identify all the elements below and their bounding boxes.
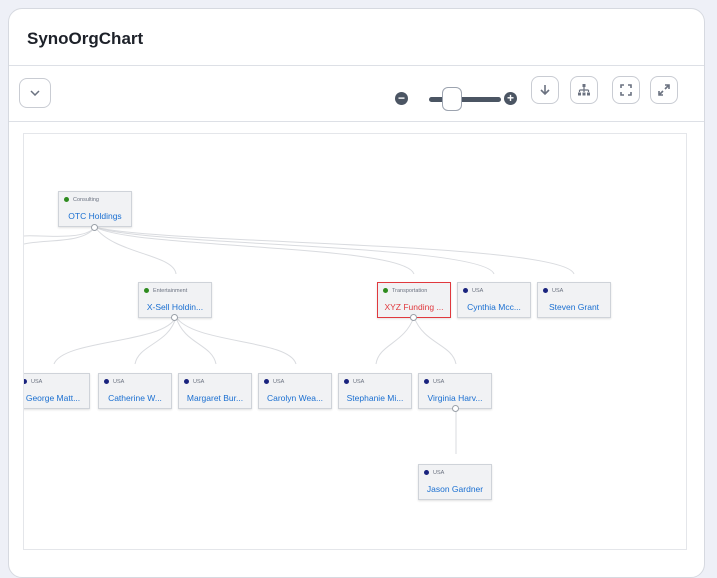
status-dot <box>144 288 149 294</box>
status-dot <box>383 288 388 294</box>
options-dropdown-button[interactable] <box>19 78 51 108</box>
org-node-margaret[interactable]: USA Margaret Bur... <box>178 373 252 409</box>
org-node-virginia[interactable]: USA Virginia Harv... <box>418 373 492 409</box>
status-dot <box>104 379 109 385</box>
expand-connector[interactable] <box>91 224 98 231</box>
expand-icon <box>658 84 670 96</box>
org-node-jason-gardner[interactable]: USA Jason Gardner <box>418 464 492 500</box>
zoom-slider-track[interactable] <box>429 97 501 102</box>
download-button[interactable] <box>531 76 559 104</box>
status-dot <box>424 470 429 476</box>
toolbar-divider <box>9 121 704 122</box>
org-node-cynthia[interactable]: USA Cynthia Mcc... <box>457 282 531 318</box>
status-dot <box>184 379 189 385</box>
status-dot <box>543 288 548 294</box>
fit-screen-button[interactable] <box>612 76 640 104</box>
hierarchy-icon <box>578 84 590 96</box>
org-node-otc-holdings[interactable]: Consulting OTC Holdings <box>58 191 132 227</box>
org-node-carolyn[interactable]: USA Carolyn Wea... <box>258 373 332 409</box>
expand-connector[interactable] <box>452 405 459 412</box>
status-dot <box>264 379 269 385</box>
org-chart-canvas[interactable]: Consulting OTC Holdings Entertainment X-… <box>23 133 687 550</box>
layout-button[interactable] <box>570 76 598 104</box>
panel-title: SynoOrgChart <box>27 29 144 48</box>
header-divider <box>9 65 704 66</box>
download-icon <box>540 85 550 96</box>
status-dot <box>344 379 349 385</box>
org-node-xyz-funding[interactable]: Transportation XYZ Funding ... <box>377 282 451 318</box>
chevron-down-icon <box>30 90 40 96</box>
org-chart-panel: SynoOrgChart − + Consulting OTC Holdings… <box>8 8 705 578</box>
zoom-slider-thumb[interactable] <box>442 87 462 111</box>
org-node-x-sell-holdings[interactable]: Entertainment X-Sell Holdin... <box>138 282 212 318</box>
status-dot <box>463 288 468 294</box>
minus-circle-icon[interactable]: − <box>395 92 408 105</box>
status-dot <box>24 379 27 385</box>
expand-connector[interactable] <box>171 314 178 321</box>
org-node-stephanie[interactable]: USA Stephanie Mi... <box>338 373 412 409</box>
plus-circle-icon[interactable]: + <box>504 92 517 105</box>
status-dot <box>64 197 69 203</box>
expand-connector[interactable] <box>410 314 417 321</box>
fit-screen-icon <box>620 84 632 96</box>
status-dot <box>424 379 429 385</box>
org-node-catherine[interactable]: USA Catherine W... <box>98 373 172 409</box>
org-node-steven-grant[interactable]: USA Steven Grant <box>537 282 611 318</box>
org-node-george[interactable]: USA George Matt... <box>24 373 90 409</box>
expand-button[interactable] <box>650 76 678 104</box>
